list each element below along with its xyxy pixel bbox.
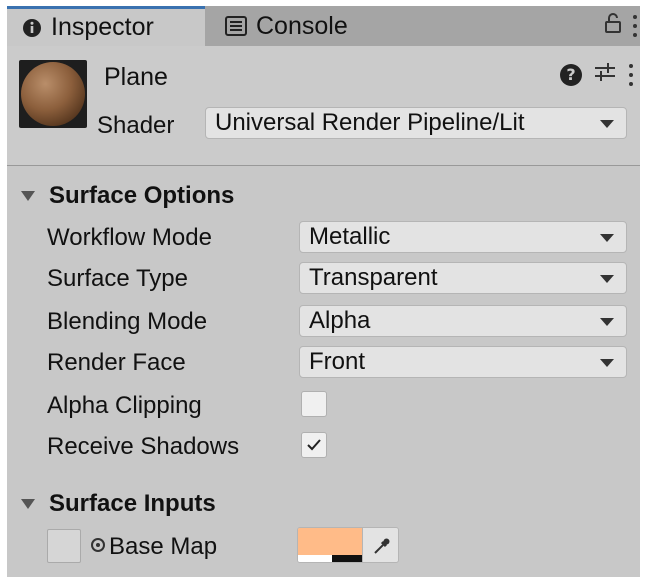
- tab-inspector[interactable]: Inspector: [7, 6, 205, 46]
- alpha-bar-black: [332, 555, 362, 562]
- color-swatch-fill: [298, 528, 362, 555]
- render-face-dropdown[interactable]: Front: [299, 346, 627, 378]
- dropdown-arrow-icon: [600, 120, 614, 128]
- render-face-value: Front: [309, 348, 366, 375]
- workflow-mode-label: Workflow Mode: [47, 224, 212, 251]
- surface-inputs-title: Surface Inputs: [49, 490, 216, 517]
- blending-mode-value: Alpha: [309, 307, 371, 334]
- tab-bar: Inspector Console: [7, 6, 640, 46]
- workflow-mode-dropdown[interactable]: Metallic: [299, 221, 627, 253]
- render-face-label: Render Face: [47, 349, 186, 376]
- tab-menu-icon[interactable]: [632, 15, 638, 37]
- surface-options-foldout[interactable]: Surface Options: [21, 182, 234, 210]
- material-preview: [19, 60, 87, 128]
- lock-icon[interactable]: [604, 13, 622, 39]
- dropdown-arrow-icon: [600, 275, 614, 283]
- base-map-label: Base Map: [109, 533, 218, 560]
- tab-toolbar: [604, 6, 638, 46]
- blending-mode-dropdown[interactable]: Alpha: [299, 305, 627, 337]
- console-icon: [225, 16, 247, 36]
- sphere-preview-icon: [21, 62, 85, 126]
- material-name: Plane: [104, 63, 168, 91]
- context-menu-icon[interactable]: [628, 63, 634, 86]
- dropdown-arrow-icon: [600, 318, 614, 326]
- preset-sliders-icon[interactable]: [594, 62, 616, 87]
- shader-value: Universal Render Pipeline/Lit: [215, 109, 525, 136]
- tab-console-label: Console: [256, 11, 348, 40]
- receive-shadows-label: Receive Shadows: [47, 433, 240, 460]
- color-swatch[interactable]: [298, 528, 362, 562]
- info-icon: [22, 18, 42, 38]
- surface-options-title: Surface Options: [49, 182, 235, 209]
- surface-type-label: Surface Type: [47, 265, 188, 292]
- tab-inspector-label: Inspector: [51, 13, 154, 41]
- base-map-texture-slot[interactable]: [47, 529, 81, 563]
- header-toolbar: ?: [560, 62, 634, 87]
- surface-type-value: Transparent: [309, 264, 438, 291]
- surface-type-dropdown[interactable]: Transparent: [299, 262, 627, 294]
- dropdown-arrow-icon: [600, 234, 614, 242]
- workflow-mode-value: Metallic: [309, 223, 391, 250]
- checkmark-icon: [306, 433, 322, 457]
- surface-inputs-foldout[interactable]: Surface Inputs: [21, 490, 216, 518]
- shader-label: Shader: [97, 112, 175, 139]
- alpha-bar-white: [298, 555, 332, 562]
- alpha-clipping-label: Alpha Clipping: [47, 392, 202, 419]
- foldout-arrow-icon: [21, 191, 35, 201]
- eyedropper-icon[interactable]: [362, 528, 398, 562]
- receive-shadows-checkbox[interactable]: [301, 432, 327, 458]
- tab-console[interactable]: Console: [217, 6, 417, 46]
- inspector-window: Inspector Console Plane ? Shader Univers…: [7, 6, 640, 577]
- alpha-clipping-checkbox[interactable]: [301, 391, 327, 417]
- material-header: Plane ? Shader Universal Render Pipeline…: [7, 46, 640, 166]
- shader-dropdown[interactable]: Universal Render Pipeline/Lit: [205, 107, 627, 139]
- blending-mode-label: Blending Mode: [47, 308, 208, 335]
- base-map-color-field[interactable]: [297, 527, 399, 563]
- foldout-arrow-icon: [21, 499, 35, 509]
- help-icon[interactable]: ?: [560, 63, 582, 86]
- object-picker-icon[interactable]: [91, 538, 105, 552]
- dropdown-arrow-icon: [600, 359, 614, 367]
